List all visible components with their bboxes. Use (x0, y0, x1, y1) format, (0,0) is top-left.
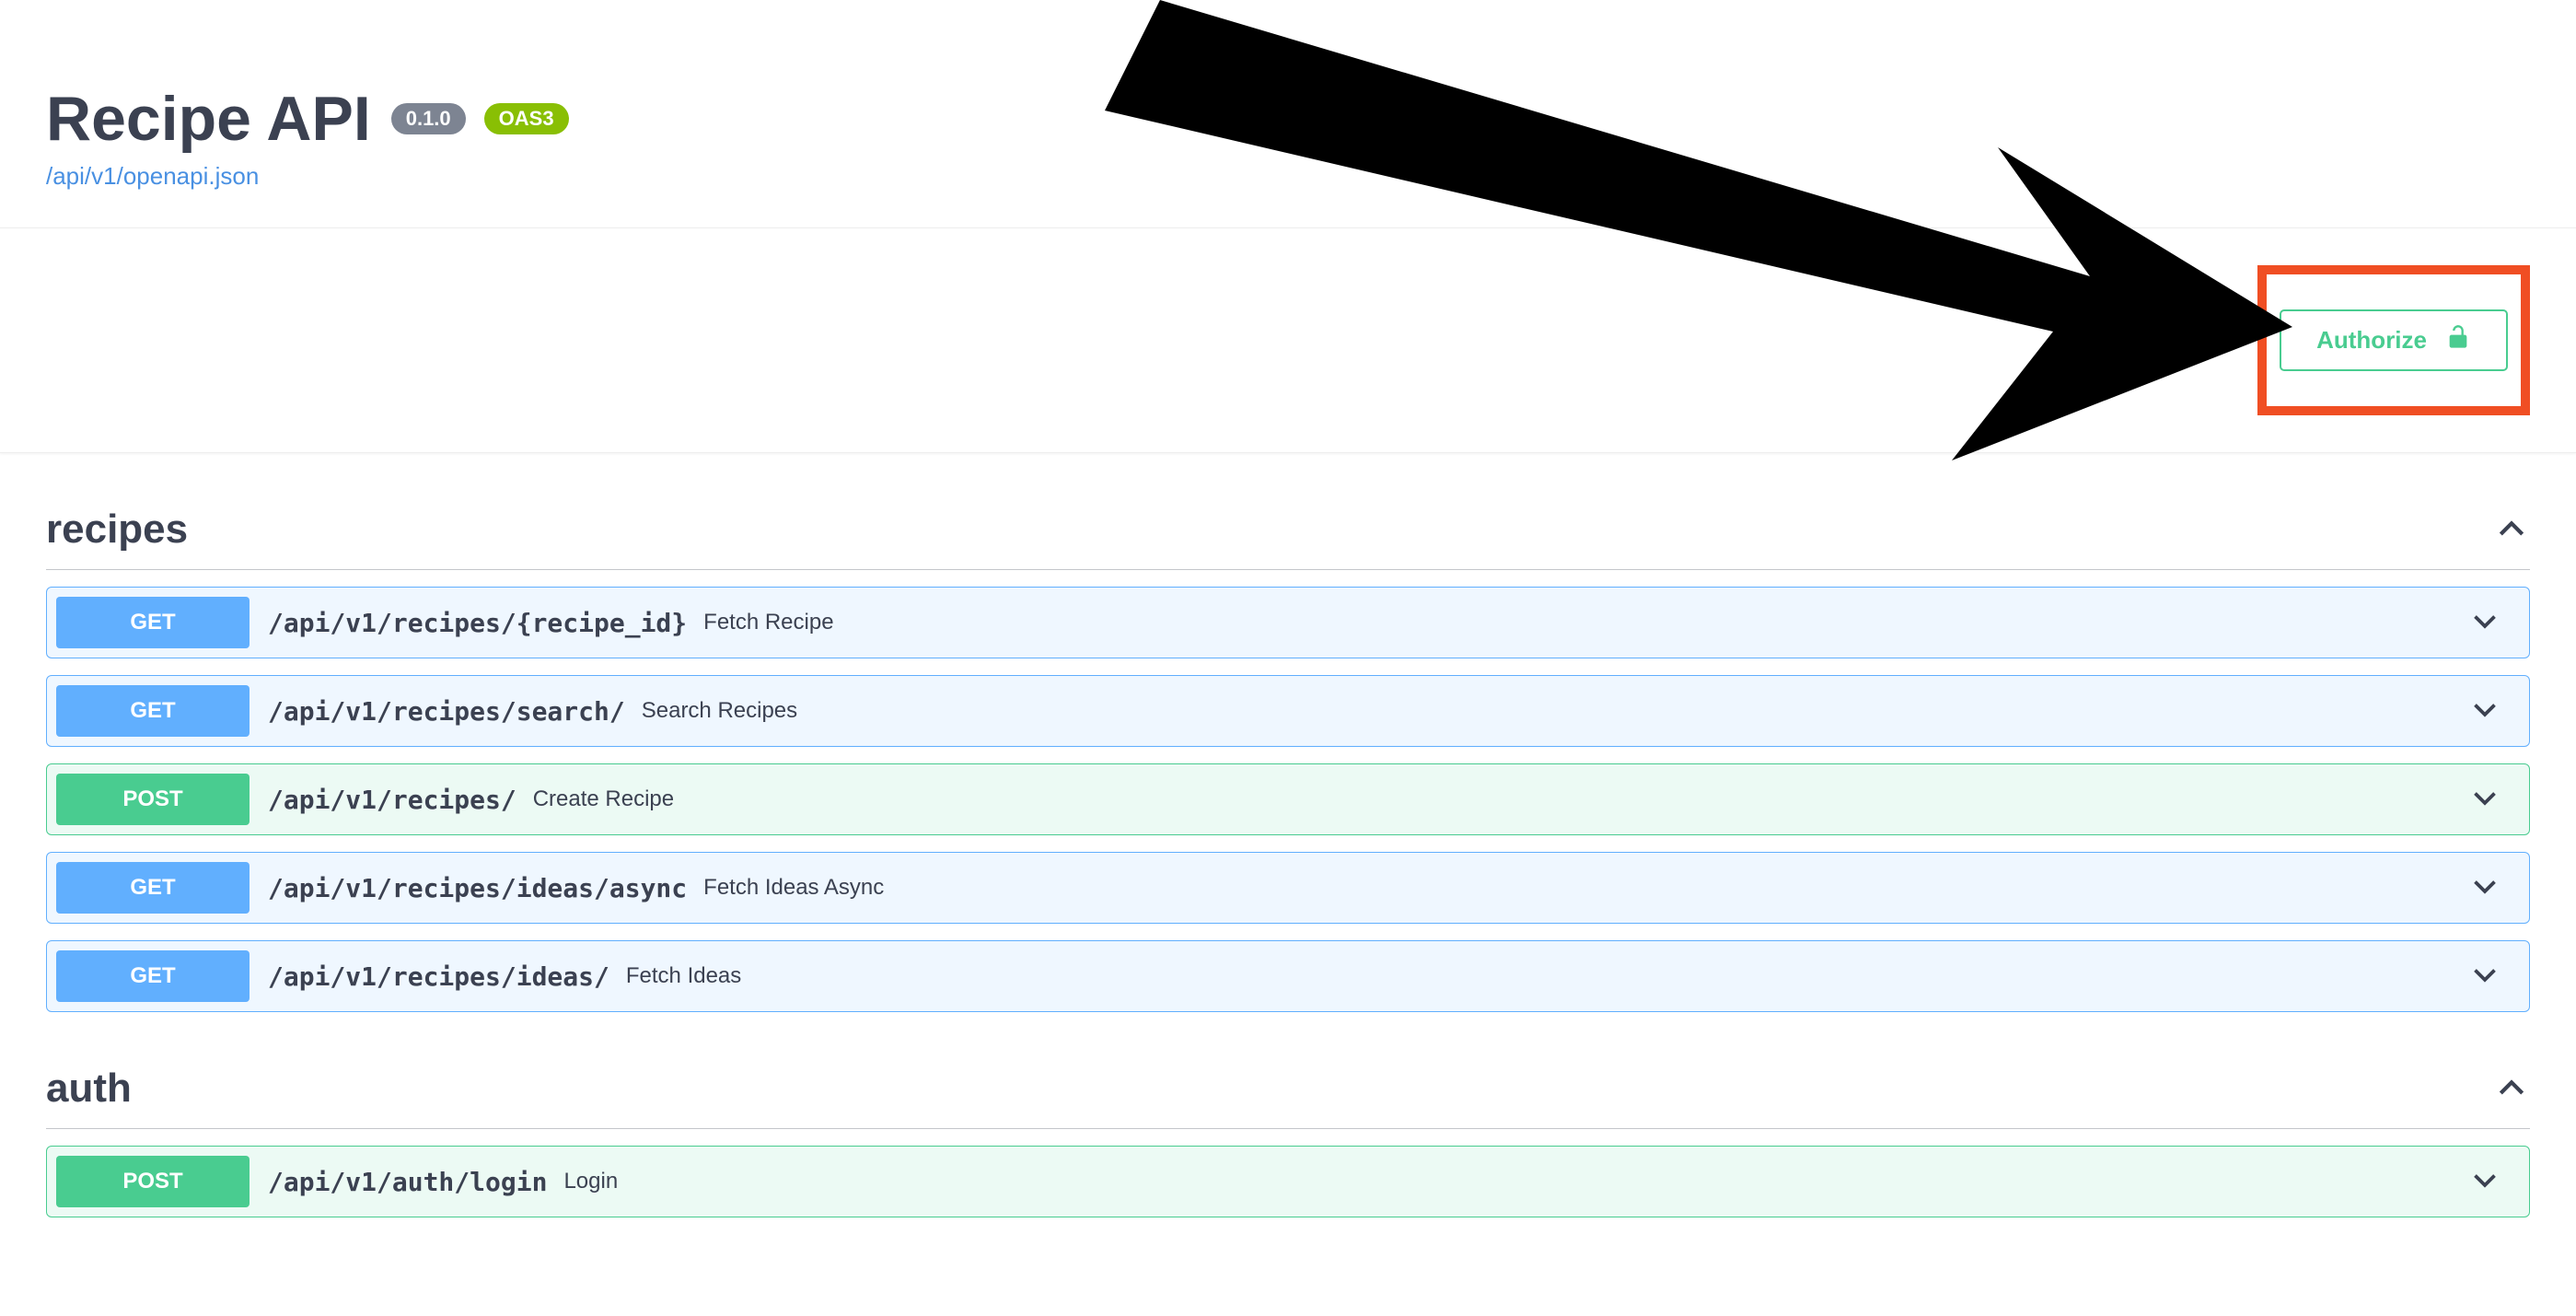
unlock-icon (2445, 324, 2471, 356)
operation-summary[interactable]: POST /api/v1/auth/login Login (47, 1147, 2529, 1217)
info-header: Recipe API 0.1.0 OAS3 /api/v1/openapi.js… (0, 0, 2576, 227)
operations-content: recipes GET /api/v1/recipes/{recipe_id} … (0, 453, 2576, 1291)
authorize-button-label: Authorize (2316, 326, 2427, 355)
operation-summary[interactable]: POST /api/v1/recipes/ Create Recipe (47, 764, 2529, 834)
method-badge: GET (56, 685, 249, 737)
operation-summary[interactable]: GET /api/v1/recipes/search/ Search Recip… (47, 676, 2529, 746)
method-badge: GET (56, 597, 249, 648)
method-badge: GET (56, 950, 249, 1002)
chevron-down-icon (2468, 869, 2520, 907)
authorize-highlight-box: Authorize (2257, 265, 2530, 415)
operation-row: POST /api/v1/recipes/ Create Recipe (46, 763, 2530, 835)
operation-description: Create Recipe (533, 786, 2468, 812)
spec-link[interactable]: /api/v1/openapi.json (46, 162, 2530, 191)
operation-path: /api/v1/recipes/ (268, 785, 516, 815)
operation-path: /api/v1/recipes/ideas/ (268, 961, 609, 992)
method-badge: GET (56, 862, 249, 914)
operation-description: Fetch Ideas Async (703, 875, 2468, 901)
operation-path: /api/v1/recipes/ideas/async (268, 873, 687, 903)
operation-description: Fetch Ideas (626, 963, 2468, 989)
chevron-up-icon (2493, 511, 2530, 548)
tag-section-recipes: recipes GET /api/v1/recipes/{recipe_id} … (46, 490, 2530, 1012)
chevron-down-icon (2468, 1163, 2520, 1201)
chevron-down-icon (2468, 693, 2520, 730)
operation-row: POST /api/v1/auth/login Login (46, 1146, 2530, 1217)
tag-header-recipes[interactable]: recipes (46, 490, 2530, 570)
operation-summary[interactable]: GET /api/v1/recipes/ideas/async Fetch Id… (47, 853, 2529, 923)
operation-summary[interactable]: GET /api/v1/recipes/ideas/ Fetch Ideas (47, 941, 2529, 1011)
tag-section-auth: auth POST /api/v1/auth/login Login (46, 1049, 2530, 1217)
tag-name: auth (46, 1066, 132, 1112)
method-badge: POST (56, 774, 249, 825)
oas-badge: OAS3 (484, 103, 569, 134)
operation-row: GET /api/v1/recipes/ideas/ Fetch Ideas (46, 940, 2530, 1012)
chevron-down-icon (2468, 958, 2520, 996)
operation-description: Fetch Recipe (703, 610, 2468, 635)
operation-path: /api/v1/recipes/search/ (268, 696, 625, 727)
scheme-container: Authorize (0, 227, 2576, 453)
operation-description: Login (563, 1169, 2468, 1194)
operation-row: GET /api/v1/recipes/{recipe_id} Fetch Re… (46, 587, 2530, 658)
operation-row: GET /api/v1/recipes/search/ Search Recip… (46, 675, 2530, 747)
version-badge: 0.1.0 (391, 103, 466, 134)
chevron-up-icon (2493, 1070, 2530, 1107)
operation-path: /api/v1/auth/login (268, 1167, 547, 1197)
tag-header-auth[interactable]: auth (46, 1049, 2530, 1129)
operation-description: Search Recipes (642, 698, 2468, 724)
tag-name: recipes (46, 507, 188, 553)
operation-row: GET /api/v1/recipes/ideas/async Fetch Id… (46, 852, 2530, 924)
authorize-button[interactable]: Authorize (2280, 309, 2508, 371)
chevron-down-icon (2468, 604, 2520, 642)
operation-summary[interactable]: GET /api/v1/recipes/{recipe_id} Fetch Re… (47, 588, 2529, 658)
operation-path: /api/v1/recipes/{recipe_id} (268, 608, 687, 638)
method-badge: POST (56, 1156, 249, 1207)
chevron-down-icon (2468, 781, 2520, 819)
api-title: Recipe API (46, 83, 371, 155)
